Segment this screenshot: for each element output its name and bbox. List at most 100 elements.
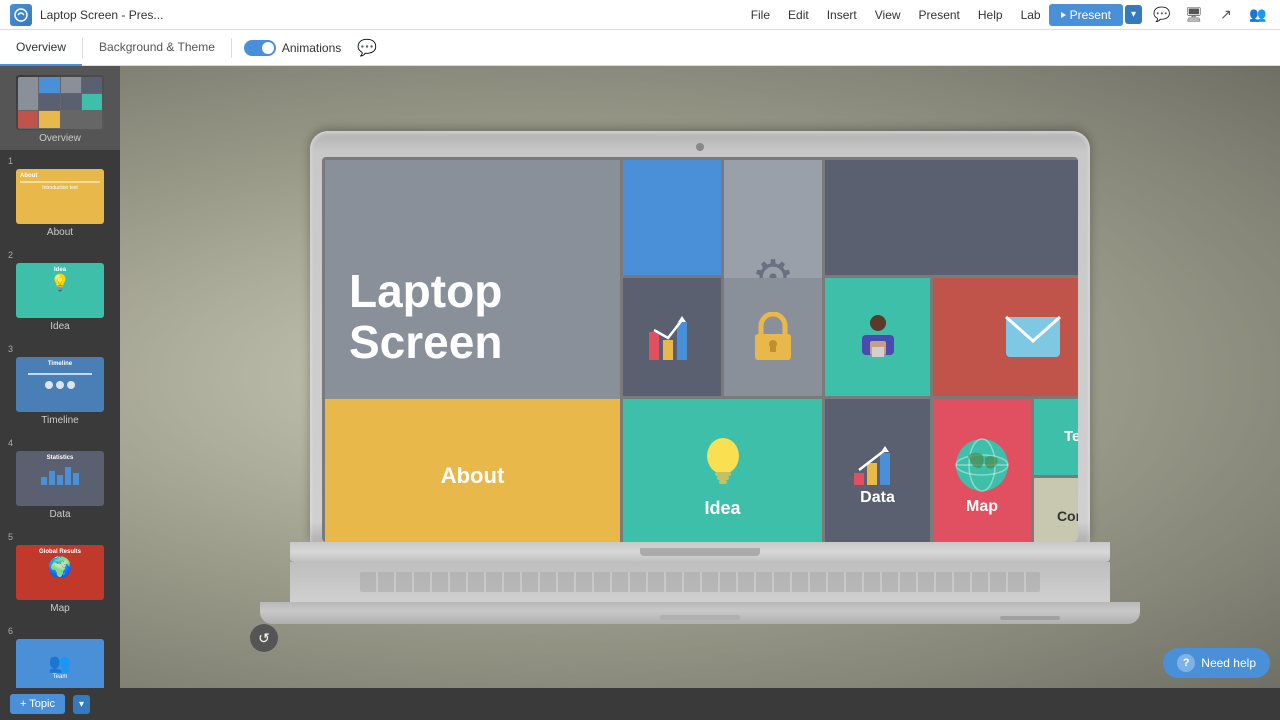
top-actions: Present ▾ 💬 🖥 ↗ 👥 [1049,3,1270,27]
window-title: Laptop Screen - Pres... [40,8,743,22]
menu-edit[interactable]: Edit [780,6,817,24]
presentation-title: Laptop Screen [349,266,502,367]
team-label: Team [1064,428,1078,445]
tile-about: About [325,399,620,542]
data-chart-icon [854,445,902,485]
menu-help[interactable]: Help [970,6,1011,24]
map-label: Map [966,498,998,516]
toggle-knob [262,42,274,54]
slide-preview-overview [16,75,104,130]
slide-num-6: 6 [8,626,13,636]
play-icon [1061,12,1066,18]
laptop-hinge [640,548,760,556]
slide-num-5: 5 [8,532,13,542]
slide-label-overview: Overview [39,133,81,144]
tab-background[interactable]: Background & Theme [83,30,231,66]
need-help-label: Need help [1201,656,1256,670]
laptop-bottom [260,602,1140,624]
animations-control: Animations [232,40,353,56]
canvas-area: Laptop Screen ⚙ [120,66,1280,688]
laptop-keyboard-area [290,562,1110,602]
tile-idea: Idea [623,399,822,542]
slide-preview-team: 👥 Team [16,639,104,688]
sidebar-item-map[interactable]: 5 Global Results 🌍 Map [0,526,120,620]
tile-blue-top [623,160,721,275]
sidebar-item-team[interactable]: 6 👥 Team Team [0,620,120,688]
mail-icon [1004,315,1062,359]
present-button[interactable]: Present [1049,4,1123,26]
bottom-bar: + Topic ▾ [0,688,1280,720]
sidebar-item-data[interactable]: 4 Statistics Data [0,432,120,526]
slide-num-1: 1 [8,156,13,166]
laptop-keyboard [360,572,1040,592]
present-dropdown[interactable]: ▾ [1125,5,1142,24]
bulb-icon [699,434,747,492]
slide-label-idea: Idea [50,321,69,332]
add-topic-dropdown[interactable]: ▾ [73,695,90,714]
slide-preview-idea: Idea 💡 [16,263,104,318]
tile-contact: Contact [1034,478,1078,542]
sidebar: Overview 1 About Introduction text About… [0,66,120,688]
app-logo [10,4,32,26]
share-button[interactable]: ↗ [1214,3,1238,27]
need-help-button[interactable]: ? Need help [1163,648,1270,678]
tile-person [825,278,930,396]
comment-icon[interactable]: 💬 [357,38,377,58]
tile-lock [724,278,822,396]
laptop-camera [696,143,704,151]
menu-view[interactable]: View [867,6,909,24]
about-label: About [441,463,505,489]
menu-insert[interactable]: Insert [819,6,865,24]
slide-preview-about: About Introduction text [16,169,104,224]
tile-map: Map [933,399,1031,542]
sidebar-item-overview[interactable]: Overview [0,66,120,150]
menu-present[interactable]: Present [911,6,968,24]
menu-lab[interactable]: Lab [1013,6,1049,24]
data-label: Data [860,489,895,507]
top-bar: Laptop Screen - Pres... File Edit Insert… [0,0,1280,30]
slide-preview-timeline: Timeline [16,357,104,412]
contact-label: Contact [1057,508,1078,524]
slide-label-about: About [47,227,73,238]
slide-num-4: 4 [8,438,13,448]
lock-icon [751,312,795,362]
mini-grid-overview [18,77,102,129]
tile-team: Team [1034,399,1078,475]
slide-label-map: Map [50,603,69,614]
animations-toggle[interactable] [244,40,276,56]
sidebar-item-about[interactable]: 1 About Introduction text About [0,150,120,244]
sidebar-item-idea[interactable]: 2 Idea 💡 Idea [0,244,120,338]
animations-label: Animations [282,41,341,55]
slide-label-timeline: Timeline [41,415,78,426]
presentation-grid: Laptop Screen ⚙ [322,157,1078,542]
menu-bar: File Edit Insert View Present Help Lab [743,6,1049,24]
add-topic-button[interactable]: + Topic [10,694,65,714]
present-label: Present [1070,8,1111,22]
add-topic-label: + Topic [20,698,55,710]
help-icon: ? [1177,654,1195,672]
screen-button[interactable]: 🖥 [1182,3,1206,27]
main-area: Overview 1 About Introduction text About… [0,66,1280,688]
tab-overview[interactable]: Overview [0,30,82,66]
slide-num-3: 3 [8,344,13,354]
slide-preview-map: Global Results 🌍 [16,545,104,600]
slide-label-data: Data [49,509,70,520]
laptop-screen: Laptop Screen ⚙ [322,157,1078,542]
tile-dark-top [825,160,1078,275]
tile-chart [623,278,721,396]
chat-button[interactable]: 💬 [1150,3,1174,27]
idea-label: Idea [704,498,740,519]
toolbar: Overview Background & Theme Animations 💬 [0,30,1280,66]
slide-num-2: 2 [8,250,13,260]
laptop-screen-outer: Laptop Screen ⚙ [310,131,1090,542]
back-button[interactable]: ↺ [250,624,278,652]
tile-mail [933,278,1078,396]
slide-preview-data: Statistics [16,451,104,506]
laptop-base [290,542,1110,562]
chart-icon [647,312,697,362]
menu-file[interactable]: File [743,6,778,24]
users-button[interactable]: 👥 [1246,3,1270,27]
laptop-trackpad-line [660,615,740,620]
sidebar-item-timeline[interactable]: 3 Timeline Timeline [0,338,120,432]
globe-icon [953,436,1011,494]
